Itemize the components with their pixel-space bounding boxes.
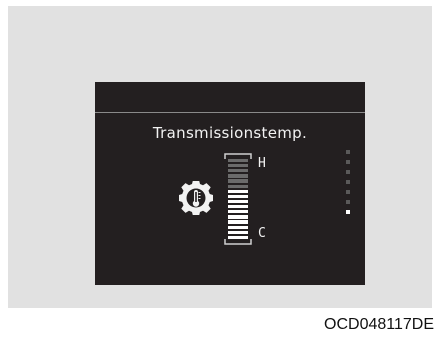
- gauge-segment: [228, 194, 248, 199]
- page-dot: [346, 180, 350, 184]
- page-dot: [346, 150, 350, 154]
- gauge-segment: [228, 225, 248, 229]
- gauge-segment: [228, 215, 248, 219]
- gauge-segment: [228, 230, 248, 234]
- gauge-segment: [228, 220, 248, 224]
- gauge-segment: [228, 184, 248, 188]
- gauge-segment: [228, 210, 248, 214]
- gauge-segment: [228, 179, 248, 183]
- gauge-segment: [228, 205, 248, 209]
- header-divider: [95, 112, 365, 113]
- gear-thermometer-icon: [179, 181, 213, 215]
- display-title: Transmissionstemp.: [152, 124, 308, 142]
- gauge-segment: [228, 189, 248, 193]
- image-caption: OCD048117DE: [324, 316, 434, 333]
- page-indicator: [346, 150, 352, 220]
- page-dot-active: [346, 210, 350, 214]
- gauge-segment: [228, 174, 248, 178]
- page-dot: [346, 160, 350, 164]
- screenshot-panel: Transmissionstemp. H C: [8, 6, 432, 308]
- temperature-gauge: [228, 158, 248, 240]
- page-dot: [346, 200, 350, 204]
- gauge-bottom-bracket: [224, 239, 252, 245]
- gauge-segment: [228, 169, 248, 173]
- cluster-display: Transmissionstemp. H C: [95, 82, 365, 285]
- gauge-high-label: H: [258, 156, 266, 171]
- page-dot: [346, 190, 350, 194]
- gauge-segment: [228, 164, 248, 168]
- page-dot: [346, 170, 350, 174]
- gauge-low-label: C: [258, 226, 266, 241]
- gauge-segment: [228, 199, 248, 204]
- gauge-segment: [228, 158, 248, 163]
